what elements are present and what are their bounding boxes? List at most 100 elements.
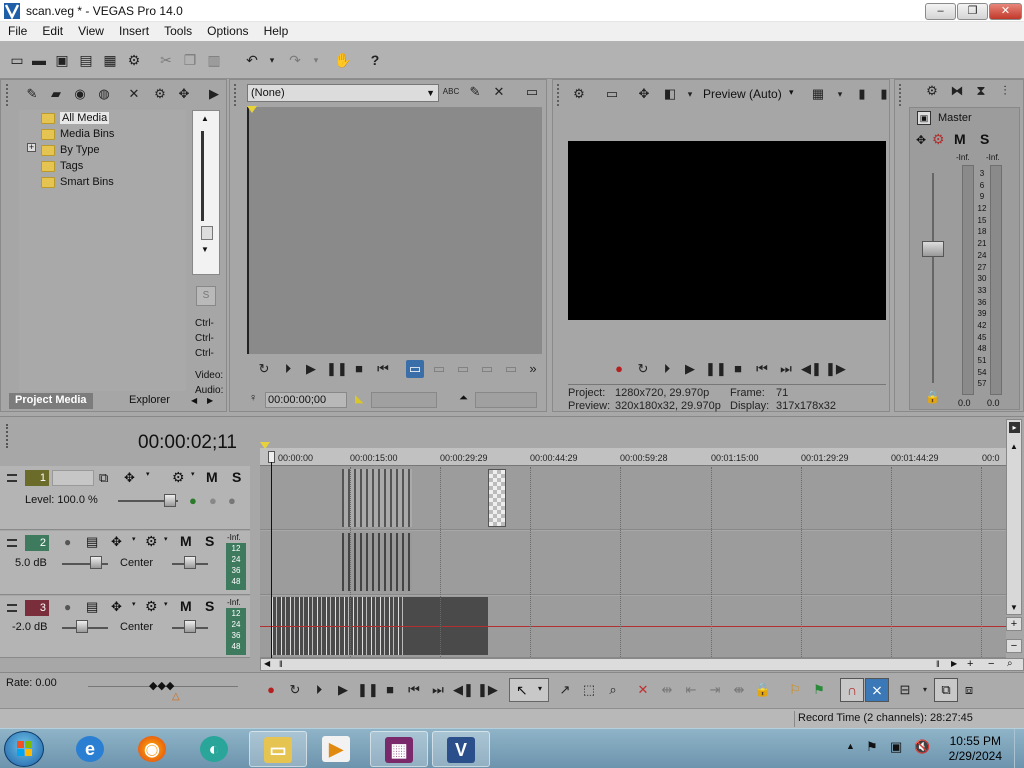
scroll-down-icon[interactable]: ▼ bbox=[1010, 603, 1018, 612]
new-project-icon[interactable]: ▭ bbox=[8, 51, 26, 69]
preview-quality-dropdown[interactable]: Preview (Auto) ▾ bbox=[703, 87, 803, 103]
import-media-icon[interactable]: ✎ bbox=[23, 85, 41, 103]
action-center-flag-icon[interactable]: ⚑ bbox=[866, 739, 878, 755]
next-frame-icon[interactable]: ❚▶ bbox=[477, 681, 498, 699]
capture-video-icon[interactable]: ▰ bbox=[47, 85, 65, 103]
compositing-mode-icon[interactable]: ● bbox=[189, 493, 197, 508]
menu-options[interactable]: Options bbox=[203, 22, 252, 40]
taskbar-vegas-pro[interactable]: V bbox=[432, 731, 490, 767]
track-input-icon[interactable]: ▤ bbox=[86, 599, 98, 615]
ignore-event-grouping-icon[interactable]: ⧈ bbox=[960, 681, 978, 699]
downmix-icon[interactable]: ⧓ bbox=[948, 82, 966, 100]
scroll-up-icon[interactable]: ▲ bbox=[201, 114, 209, 123]
track-pan-thumb[interactable] bbox=[184, 556, 196, 569]
preview-properties-icon[interactable]: ⚙ bbox=[570, 85, 588, 103]
track-collapse-icon[interactable] bbox=[7, 539, 17, 547]
menu-help[interactable]: Help bbox=[260, 22, 293, 40]
scroll-up-icon[interactable]: ▲ bbox=[1010, 442, 1018, 451]
track-mute-button[interactable]: M bbox=[206, 469, 218, 485]
play-from-start-icon[interactable]: ⏵ bbox=[658, 360, 676, 378]
track-solo-button[interactable]: S bbox=[205, 533, 214, 549]
video-event-selected-clip[interactable] bbox=[488, 469, 506, 527]
overlays-dropdown-icon[interactable]: ▾ bbox=[831, 85, 849, 103]
system-clock[interactable]: 10:55 PM 2/29/2024 bbox=[949, 734, 1002, 764]
get-media-web-icon[interactable]: ◍ bbox=[95, 85, 113, 103]
track-fx-icon[interactable]: ✥ bbox=[111, 599, 122, 615]
save-as-icon[interactable]: ▤ bbox=[77, 51, 95, 69]
master-fx-icon[interactable]: ✥ bbox=[916, 133, 926, 147]
menu-edit[interactable]: Edit bbox=[38, 22, 67, 40]
trimmer-length-field[interactable] bbox=[371, 392, 437, 408]
scroll-left-icon[interactable]: ◀ bbox=[264, 659, 270, 668]
snapping-toggle-icon[interactable]: ∩ bbox=[840, 678, 864, 702]
track-header-2[interactable]: 2 ● ▤ ✥ ▾ ⚙ ▾ M S 5.0 dB Center -Inf. 12… bbox=[0, 531, 250, 595]
child-composite-icon[interactable]: ● bbox=[228, 493, 236, 508]
track-motion-icon[interactable]: ⧉ bbox=[99, 470, 108, 486]
panel-gripper[interactable] bbox=[6, 84, 12, 106]
timeline-vertical-scrollbar[interactable]: ▸ ▲ ▼ bbox=[1006, 419, 1022, 615]
trim-icon[interactable]: ⇹ bbox=[658, 681, 676, 699]
scroll-right-icon[interactable]: ▶ bbox=[951, 659, 957, 668]
stop-icon[interactable]: ■ bbox=[350, 360, 368, 378]
loop-icon[interactable]: ↻ bbox=[255, 360, 273, 378]
volume-muted-icon[interactable]: 🔇 bbox=[914, 739, 930, 755]
loop-icon[interactable]: ↻ bbox=[634, 360, 652, 378]
parent-composite-icon[interactable]: ● bbox=[209, 493, 217, 508]
arm-record-icon[interactable]: ● bbox=[64, 600, 71, 614]
track-header-3[interactable]: 3 ● ▤ ✥ ▾ ⚙ ▾ M S -2.0 dB Center -Inf. 1… bbox=[0, 596, 250, 658]
trimmer-timecode-field[interactable]: 00:00:00;00 bbox=[265, 392, 347, 408]
media-list-scrollbar[interactable]: ▲ ▼ bbox=[192, 110, 220, 275]
track-lane-1[interactable] bbox=[260, 466, 1006, 530]
taskbar-media-player[interactable]: ▶ bbox=[308, 731, 366, 767]
track-collapse-icon[interactable] bbox=[7, 474, 17, 482]
track-lane-2[interactable] bbox=[260, 531, 1006, 595]
track-volume-thumb[interactable] bbox=[90, 556, 102, 569]
track-solo-button[interactable]: S bbox=[232, 469, 241, 485]
dim-output-icon[interactable]: ⧗ bbox=[972, 82, 990, 100]
zoom-tool-icon[interactable]: ⌕ bbox=[1007, 658, 1013, 669]
copy-snapshot-icon[interactable]: ▮ bbox=[853, 85, 871, 103]
undo-icon[interactable]: ↶ bbox=[243, 51, 261, 69]
arm-record-icon[interactable]: ● bbox=[64, 535, 71, 549]
panel-gripper[interactable] bbox=[557, 84, 563, 106]
open-folder-icon[interactable]: ▬ bbox=[30, 51, 48, 69]
auto-ripple-icon[interactable]: ⊟ bbox=[896, 681, 914, 699]
play-from-start-icon[interactable]: ⏵ bbox=[279, 360, 297, 378]
overwrite-icon[interactable]: ▭ bbox=[454, 360, 472, 378]
network-icon[interactable]: ▣ bbox=[890, 739, 902, 755]
go-to-start-icon[interactable]: ⏮ bbox=[405, 681, 423, 699]
play-from-start-icon[interactable]: ⏵ bbox=[310, 681, 328, 699]
volume-envelope-line[interactable] bbox=[260, 626, 1006, 627]
fit-icon[interactable]: ▭ bbox=[478, 360, 496, 378]
track-settings-icon[interactable]: ⚙ bbox=[145, 533, 158, 550]
selection-tool-icon[interactable]: ⬚ bbox=[580, 681, 598, 699]
track-settings-icon[interactable]: ⚙ bbox=[145, 598, 158, 615]
lock-event-icon[interactable]: 🔒 bbox=[754, 681, 772, 699]
track-mute-button[interactable]: M bbox=[180, 598, 192, 614]
tab-explorer[interactable]: Explorer bbox=[123, 393, 176, 409]
track-settings-dropdown-icon[interactable]: ▾ bbox=[191, 470, 195, 478]
pause-icon[interactable]: ❚❚ bbox=[326, 360, 348, 378]
zoom-in-vertical-button[interactable]: + bbox=[1006, 617, 1022, 631]
maximize-button[interactable]: ❐ bbox=[957, 3, 988, 20]
replace-icon[interactable]: ▭ bbox=[502, 360, 520, 378]
stop-icon[interactable]: ■ bbox=[729, 360, 747, 378]
remove-media-icon[interactable]: ✕ bbox=[125, 85, 143, 103]
external-monitor-icon[interactable]: ▭ bbox=[603, 85, 621, 103]
trim-start-icon[interactable]: ⇤ bbox=[682, 681, 700, 699]
track-solo-button[interactable]: S bbox=[205, 598, 214, 614]
previous-frame-icon[interactable]: ◀❚ bbox=[453, 681, 474, 699]
copy-icon[interactable]: ❐ bbox=[181, 51, 199, 69]
close-button[interactable]: ✕ bbox=[989, 3, 1022, 20]
lock-envelopes-icon[interactable]: ⧉ bbox=[934, 678, 958, 702]
trimmer-options-icon[interactable]: ▭ bbox=[523, 83, 541, 101]
timeline-horizontal-scrollbar[interactable]: ◀ ‖ ‖ ▶ + − ⌕ bbox=[260, 658, 1024, 671]
timeline-ruler[interactable]: 00:00:00 00:00:15:00 00:00:29:29 00:00:4… bbox=[260, 442, 1006, 466]
panel-gripper[interactable] bbox=[234, 84, 240, 106]
whats-this-help-icon[interactable]: ? bbox=[366, 51, 384, 69]
track-input-icon[interactable]: ▤ bbox=[86, 534, 98, 550]
master-mute-button[interactable]: M bbox=[954, 131, 966, 147]
timeline-timecode[interactable]: 00:00:02;11 bbox=[138, 432, 237, 454]
master-fx-chain-icon[interactable]: ⚙ bbox=[932, 131, 945, 148]
play-icon[interactable]: ▶ bbox=[334, 681, 352, 699]
